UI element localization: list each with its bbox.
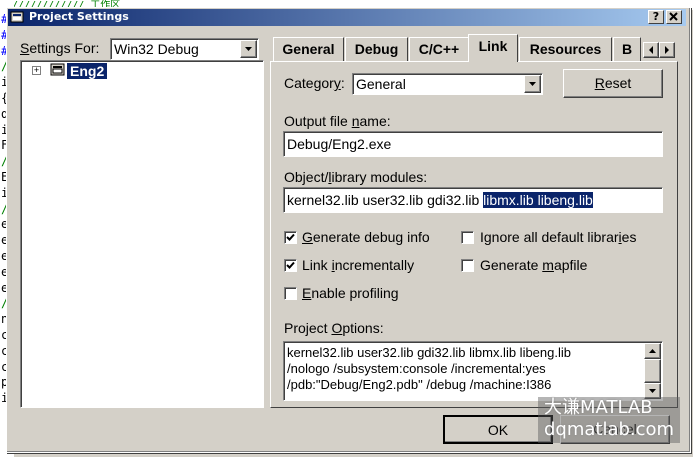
window-title: Project Settings <box>29 10 129 23</box>
settings-for-value: Win32 Debug <box>114 41 199 57</box>
chevron-down-icon <box>529 82 536 86</box>
ignore-default-libraries-label[interactable]: Ignore all default libraries <box>480 229 636 245</box>
ignore-default-libraries-checkbox[interactable] <box>461 231 474 244</box>
project-options-label: Project Options: <box>284 320 384 336</box>
category-dropdown-button[interactable] <box>524 75 541 93</box>
ok-button[interactable]: OK <box>443 415 553 444</box>
app-icon <box>10 10 25 24</box>
output-file-label: Output file name: <box>284 113 391 129</box>
link-incrementally-label[interactable]: Link incrementally <box>302 257 414 273</box>
watermark-line2: dqmatlab.com <box>544 419 675 440</box>
modules-label: Object/library modules: <box>284 169 428 185</box>
modules-input[interactable]: kernel32.lib user32.lib gdi32.lib libmx.… <box>283 187 663 213</box>
enable-profiling-label[interactable]: Enable profiling <box>302 285 399 301</box>
arrow-left-icon <box>649 46 653 54</box>
project-options-scrollbar[interactable] <box>644 343 661 399</box>
project-options-textarea[interactable]: kernel32.lib user32.lib gdi32.lib libmx.… <box>283 341 663 401</box>
generate-mapfile-checkbox[interactable] <box>461 259 474 272</box>
tab-debug[interactable]: Debug <box>345 37 408 61</box>
close-button[interactable] <box>666 10 682 24</box>
generate-debug-label[interactable]: Generate debug info <box>302 229 430 245</box>
link-incrementally-checkbox[interactable] <box>284 259 297 272</box>
project-options-line: kernel32.lib user32.lib gdi32.lib libmx.… <box>287 345 571 360</box>
scroll-thumb[interactable] <box>644 359 661 383</box>
project-options-line: /pdb:"Debug/Eng2.pdb" /debug /machine:I3… <box>287 377 552 392</box>
chevron-down-icon <box>245 47 252 51</box>
project-icon <box>50 63 66 77</box>
modules-value: kernel32.lib user32.lib gdi32.lib libmx.… <box>287 192 593 208</box>
modules-selection: libmx.lib libeng.lib <box>483 192 593 208</box>
output-file-input[interactable]: Debug/Eng2.exe <box>283 131 663 157</box>
enable-profiling-checkbox[interactable] <box>284 287 297 300</box>
reset-button[interactable]: Reset <box>563 69 663 98</box>
tab-resources[interactable]: Resources <box>519 37 612 61</box>
help-button[interactable]: ? <box>648 10 664 24</box>
settings-for-dropdown[interactable]: Win32 Debug <box>110 38 259 60</box>
tab-c-cpp[interactable]: C/C++ <box>409 37 469 61</box>
tab-scroll-right-button[interactable] <box>659 42 675 58</box>
tab-general[interactable]: General <box>273 37 344 61</box>
arrow-up-icon <box>649 349 656 353</box>
project-tree[interactable] <box>20 60 264 408</box>
output-file-value: Debug/Eng2.exe <box>287 136 392 152</box>
tab-link[interactable]: Link <box>468 34 518 62</box>
settings-for-label: Settings For: <box>20 40 100 56</box>
project-options-line: /nologo /subsystem:console /incremental:… <box>287 361 546 376</box>
checkmark-icon <box>286 233 295 241</box>
close-icon <box>669 12 678 21</box>
scroll-up-button[interactable] <box>644 343 661 359</box>
arrow-right-icon <box>665 46 669 54</box>
tree-expand-icon[interactable]: + <box>32 66 41 75</box>
checkmark-icon <box>286 261 295 269</box>
category-value: General <box>356 76 406 92</box>
generate-mapfile-label[interactable]: Generate mapfile <box>480 257 587 273</box>
arrow-down-icon <box>649 389 656 393</box>
tab-scroll-left-button[interactable] <box>643 42 659 58</box>
tree-item-eng2[interactable]: Eng2 <box>67 63 108 79</box>
tab-browse-info[interactable]: B <box>613 37 641 61</box>
watermark-line1: 大谦MATLAB <box>544 397 653 418</box>
settings-for-dropdown-button[interactable] <box>240 40 257 58</box>
category-dropdown[interactable]: General <box>352 73 543 95</box>
watermark: 大谦MATLAB dqmatlab.com <box>538 397 680 443</box>
generate-debug-checkbox[interactable] <box>284 231 297 244</box>
category-label: Category: <box>284 75 345 91</box>
